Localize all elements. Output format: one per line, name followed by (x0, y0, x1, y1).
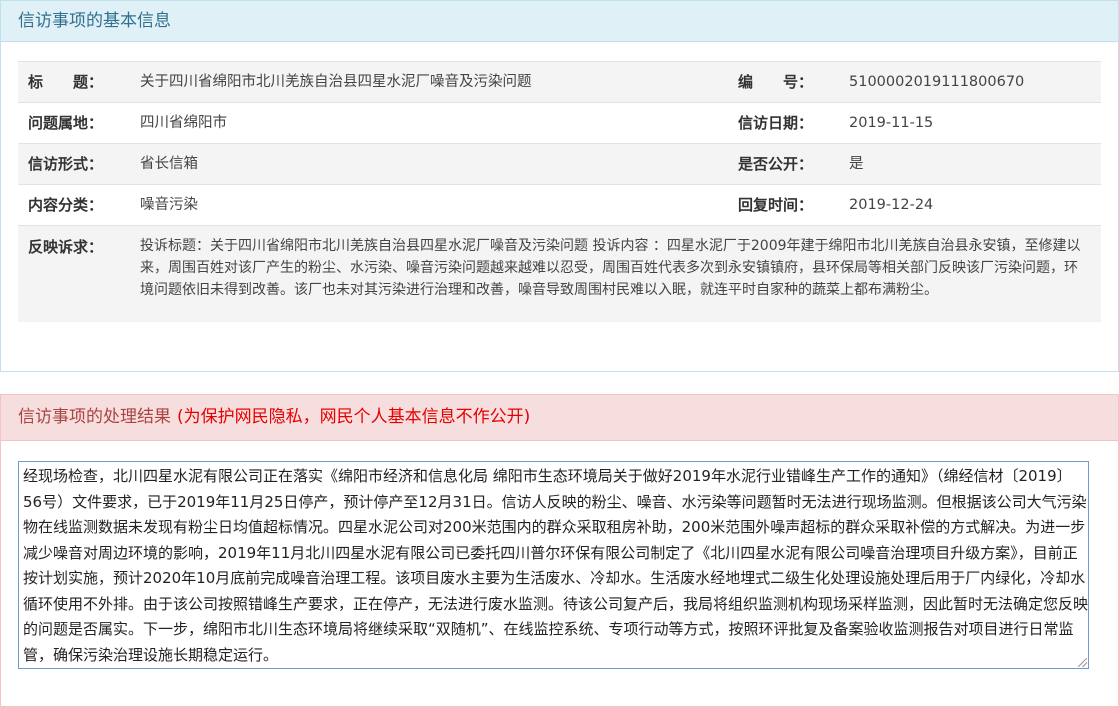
info-row-title: 标 题： 关于四川省绵阳市北川羌族自治县四星水泥厂噪音及污染问题 编 号： 51… (18, 61, 1101, 102)
form-label: 信访形式： (28, 155, 104, 173)
info-row-complaint: 反映诉求： 投诉标题：关于四川省绵阳市北川羌族自治县四星水泥厂噪音及污染问题 投… (18, 225, 1101, 322)
result-header: 信访事项的处理结果 (为保护网民隐私，网民个人基本信息不作公开) (1, 395, 1118, 441)
date-label: 信访日期： (738, 114, 814, 132)
reply-value: 2019-12-24 (849, 197, 934, 213)
category-label: 内容分类： (28, 196, 104, 214)
title-label: 标 题： (28, 73, 104, 91)
reply-label: 回复时间： (738, 196, 814, 214)
basic-info-panel: 信访事项的基本信息 标 题： 关于四川省绵阳市北川羌族自治县四星水泥厂噪音及污染… (0, 0, 1119, 372)
date-value: 2019-11-15 (849, 115, 934, 131)
result-text: 经现场检查，北川四星水泥有限公司正在落实《绵阳市经济和信息化局 绵阳市生态环境局… (23, 467, 1089, 664)
number-label: 编 号： (738, 73, 814, 91)
result-textarea[interactable]: 经现场检查，北川四星水泥有限公司正在落实《绵阳市经济和信息化局 绵阳市生态环境局… (18, 461, 1089, 669)
result-panel: 信访事项的处理结果 (为保护网民隐私，网民个人基本信息不作公开) 经现场检查，北川… (0, 394, 1119, 707)
resize-handle-icon[interactable] (1078, 658, 1087, 667)
form-value: 省长信箱 (140, 156, 198, 172)
result-title: 信访事项的处理结果 (18, 407, 171, 427)
info-row-category: 内容分类： 噪音污染 回复时间： 2019-12-24 (18, 184, 1101, 225)
basic-info-header: 信访事项的基本信息 (1, 1, 1118, 42)
location-value: 四川省绵阳市 (140, 115, 227, 131)
location-label: 问题属地： (28, 114, 104, 132)
basic-info-table: 标 题： 关于四川省绵阳市北川羌族自治县四星水泥厂噪音及污染问题 编 号： 51… (18, 61, 1101, 322)
number-value: 5100002019111800670 (849, 74, 1025, 90)
title-value: 关于四川省绵阳市北川羌族自治县四星水泥厂噪音及污染问题 (140, 74, 532, 90)
info-row-form: 信访形式： 省长信箱 是否公开： 是 (18, 143, 1101, 184)
complaint-label: 反映诉求： (28, 238, 104, 256)
info-row-location: 问题属地： 四川省绵阳市 信访日期： 2019-11-15 (18, 102, 1101, 143)
complaint-value: 投诉标题：关于四川省绵阳市北川羌族自治县四星水泥厂噪音及污染问题 投诉内容 ：四… (140, 238, 1081, 298)
public-value: 是 (849, 156, 864, 172)
public-label: 是否公开： (738, 155, 814, 173)
privacy-note: (为保护网民隐私，网民个人基本信息不作公开) (177, 407, 531, 427)
category-value: 噪音污染 (140, 197, 198, 213)
